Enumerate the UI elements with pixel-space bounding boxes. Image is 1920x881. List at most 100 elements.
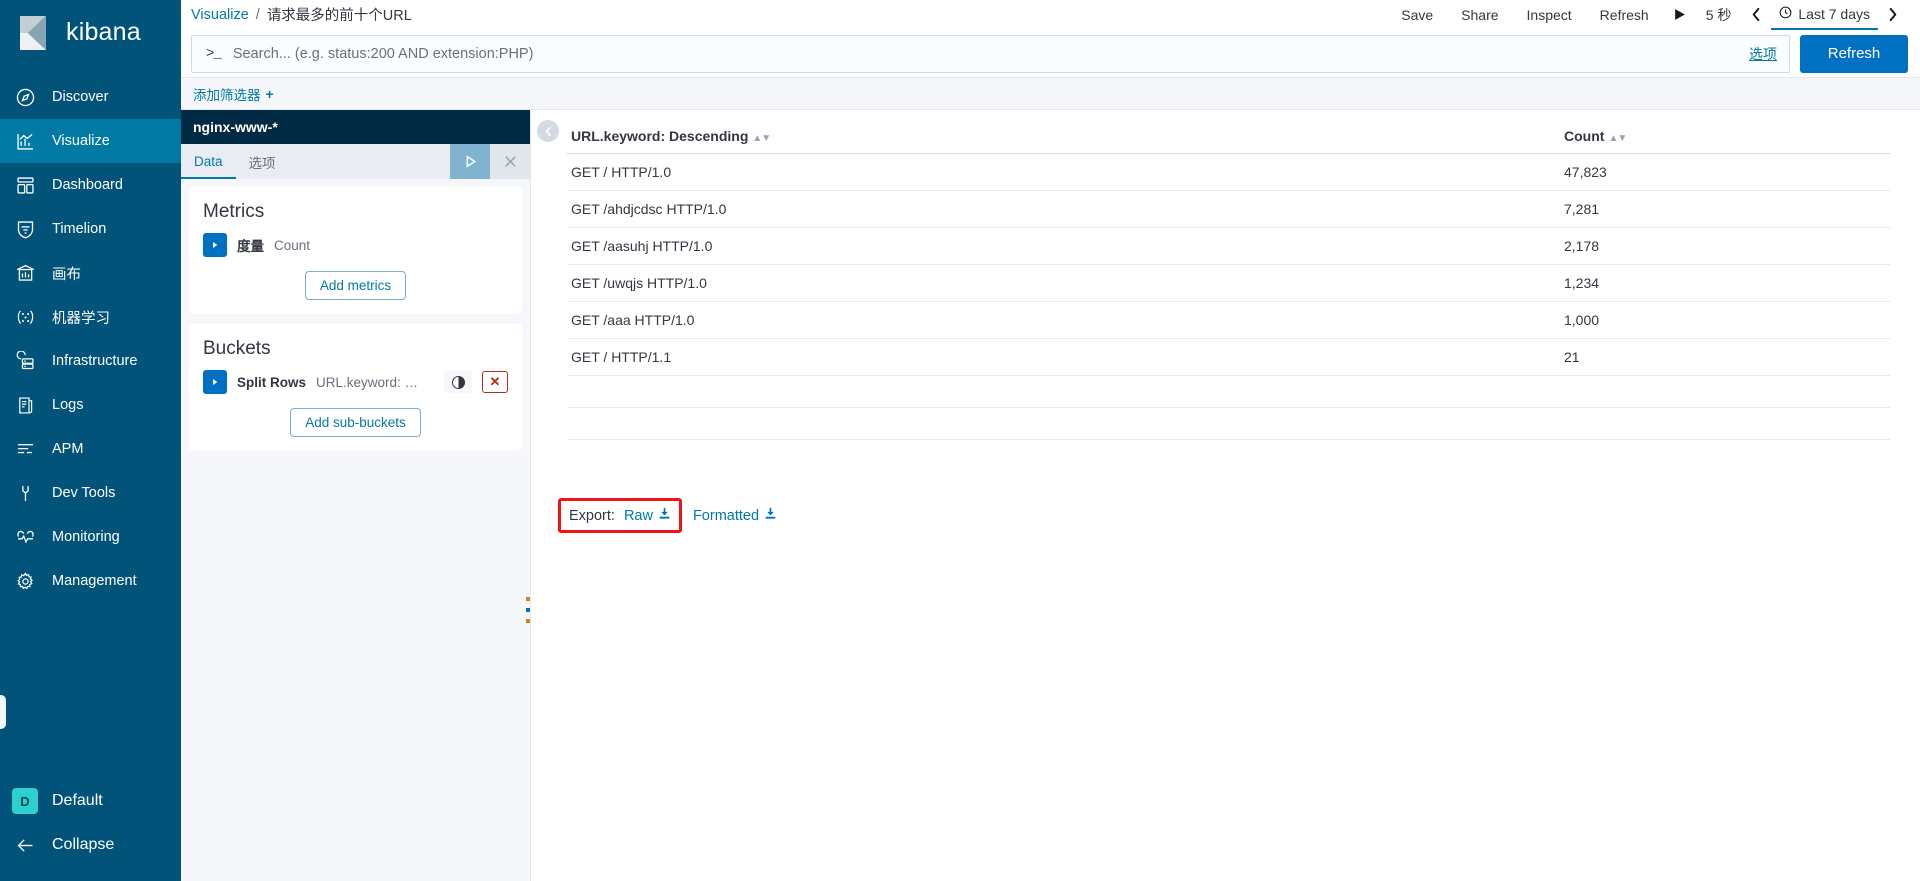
table-row[interactable]: GET /uwqjs HTTP/1.0 1,234 — [567, 264, 1890, 302]
breadcrumb-separator: / — [255, 6, 260, 23]
refresh-interval[interactable]: 5 秒 — [1696, 5, 1742, 25]
date-range-label: Last 7 days — [1798, 5, 1870, 22]
cell-url: GET / HTTP/1.1 — [567, 338, 1560, 376]
query-bar[interactable]: >_ 选项 — [191, 34, 1790, 73]
sidebar-item-discover[interactable]: Discover — [0, 75, 181, 119]
canvas-icon — [14, 262, 36, 284]
sidebar-item-dev-tools[interactable]: Dev Tools — [0, 471, 181, 515]
date-range-picker[interactable]: Last 7 days — [1771, 0, 1878, 30]
infrastructure-icon — [14, 350, 36, 372]
editor-tabs: Data 选项 — [181, 144, 530, 179]
space-selector[interactable]: D Default — [0, 779, 181, 823]
export-label: Export: — [569, 507, 615, 524]
sidebar-item-dashboard[interactable]: Dashboard — [0, 163, 181, 207]
query-bar-row: >_ 选项 Refresh — [181, 30, 1920, 77]
kibana-logo-icon — [16, 14, 54, 52]
sort-icon[interactable]: ▲▼ — [752, 133, 771, 144]
arrow-left-icon — [14, 834, 36, 856]
sidebar-item-visualize[interactable]: Visualize — [0, 119, 181, 163]
grip-dot — [526, 597, 530, 601]
export-raw-link[interactable]: Raw — [624, 507, 671, 524]
inspect-button[interactable]: Inspect — [1513, 0, 1586, 30]
sidebar-item-logs[interactable]: Logs — [0, 383, 181, 427]
metrics-agg-value: Count — [274, 237, 311, 253]
query-prompt-icon: >_ — [206, 45, 222, 62]
workspace: nginx-www-* Data 选项 Metrics 度量 Count Add… — [181, 110, 1920, 881]
table-row[interactable]: GET /ahdjcdsc HTTP/1.0 7,281 — [567, 190, 1890, 228]
table-row-empty — [567, 407, 1890, 440]
sidebar-item-machine-learning[interactable]: 机器学习 — [0, 295, 181, 339]
cell-url: GET /aasuhj HTTP/1.0 — [567, 227, 1560, 265]
apm-icon — [14, 438, 36, 460]
chevron-right-icon[interactable] — [203, 370, 227, 394]
bar-chart-icon — [14, 130, 36, 152]
cell-count: 1,000 — [1560, 301, 1890, 339]
add-filter-button[interactable]: 添加筛选器 + — [193, 84, 274, 104]
add-metrics-button[interactable]: Add metrics — [304, 271, 407, 300]
share-button[interactable]: Share — [1447, 0, 1512, 30]
column-header-count[interactable]: Count ▲▼ — [1560, 120, 1890, 154]
sidebar-collapse-button[interactable]: Collapse — [0, 823, 181, 867]
remove-bucket-button[interactable]: ✕ — [482, 371, 508, 393]
refresh-menu-button[interactable]: Refresh — [1586, 0, 1663, 30]
dashboard-icon — [14, 174, 36, 196]
grip-dot — [526, 619, 530, 623]
app-topbar: Visualize / 请求最多的前十个URL Save Share Inspe… — [181, 0, 1920, 30]
sidebar-item-apm[interactable]: APM — [0, 427, 181, 471]
search-input[interactable] — [232, 45, 1727, 62]
metrics-agg-row[interactable]: 度量 Count — [203, 233, 508, 257]
metrics-agg-label: 度量 — [237, 239, 264, 254]
column-header-url[interactable]: URL.keyword: Descending ▲▼ — [567, 120, 1560, 154]
data-table-container: URL.keyword: Descending ▲▼ Count ▲▼ GET / … — [558, 120, 1890, 533]
breadcrumb-root[interactable]: Visualize — [191, 7, 249, 23]
download-icon — [658, 507, 671, 524]
export-formatted-link[interactable]: Formatted — [693, 507, 777, 524]
sidebar-item-timelion[interactable]: Timelion — [0, 207, 181, 251]
table-row[interactable]: GET / HTTP/1.1 21 — [567, 338, 1890, 376]
sidebar-item-canvas[interactable]: 画布 — [0, 251, 181, 295]
buckets-agg-label: Split Rows — [237, 374, 307, 390]
filter-bar: 添加筛选器 + — [181, 77, 1920, 110]
refresh-button[interactable]: Refresh — [1800, 34, 1908, 73]
kibana-logo-row[interactable]: kibana — [0, 0, 181, 65]
space-label: Default — [52, 792, 103, 809]
sidebar-item-label: APM — [52, 441, 84, 457]
add-sub-buckets-button[interactable]: Add sub-buckets — [290, 408, 421, 437]
space-avatar: D — [12, 788, 38, 814]
export-raw-label: Raw — [623, 507, 653, 524]
chevron-left-icon[interactable] — [1741, 7, 1771, 22]
sidebar-resize-grip[interactable] — [0, 695, 6, 729]
tabs-spacer — [289, 144, 450, 179]
main-content: Visualize / 请求最多的前十个URL Save Share Inspe… — [181, 0, 1920, 881]
cell-empty — [1560, 375, 1890, 408]
tab-data[interactable]: Data — [181, 144, 236, 179]
chevron-left-circle-icon[interactable] — [537, 120, 559, 142]
table-row[interactable]: GET /aasuhj HTTP/1.0 2,178 — [567, 227, 1890, 265]
sidebar-item-management[interactable]: Management — [0, 559, 181, 603]
download-icon — [764, 507, 777, 524]
save-button[interactable]: Save — [1387, 0, 1447, 30]
chevron-right-icon[interactable] — [203, 233, 227, 257]
buckets-agg-row[interactable]: Split Rows URL.keyword: Descen... ✕ — [203, 370, 508, 394]
sidebar-item-label: Dashboard — [52, 177, 123, 193]
clock-icon — [1779, 6, 1792, 22]
query-options-link[interactable]: 选项 — [1739, 44, 1777, 64]
tab-options[interactable]: 选项 — [236, 144, 289, 179]
play-icon[interactable] — [1663, 8, 1696, 21]
table-row[interactable]: GET /aaa HTTP/1.0 1,000 — [567, 301, 1890, 339]
cell-url: GET /uwqjs HTTP/1.0 — [567, 264, 1560, 302]
sidebar-collapse-label: Collapse — [52, 836, 115, 853]
index-pattern-title: nginx-www-* — [181, 110, 530, 144]
logs-icon — [14, 394, 36, 416]
global-nav-sidebar: kibana Discover Visualize Dashboard Time… — [0, 0, 181, 881]
sidebar-item-infrastructure[interactable]: Infrastructure — [0, 339, 181, 383]
sort-icon[interactable]: ▲▼ — [1608, 133, 1627, 144]
sidebar-item-label: Infrastructure — [52, 353, 138, 369]
add-filter-label: 添加筛选器 — [193, 87, 261, 103]
table-row[interactable]: GET / HTTP/1.0 47,823 — [567, 153, 1890, 191]
sidebar-item-monitoring[interactable]: Monitoring — [0, 515, 181, 559]
chevron-right-icon[interactable] — [1878, 7, 1908, 22]
apply-changes-button[interactable] — [450, 144, 490, 179]
discard-changes-button[interactable] — [490, 144, 530, 179]
visibility-toggle[interactable] — [444, 371, 472, 393]
